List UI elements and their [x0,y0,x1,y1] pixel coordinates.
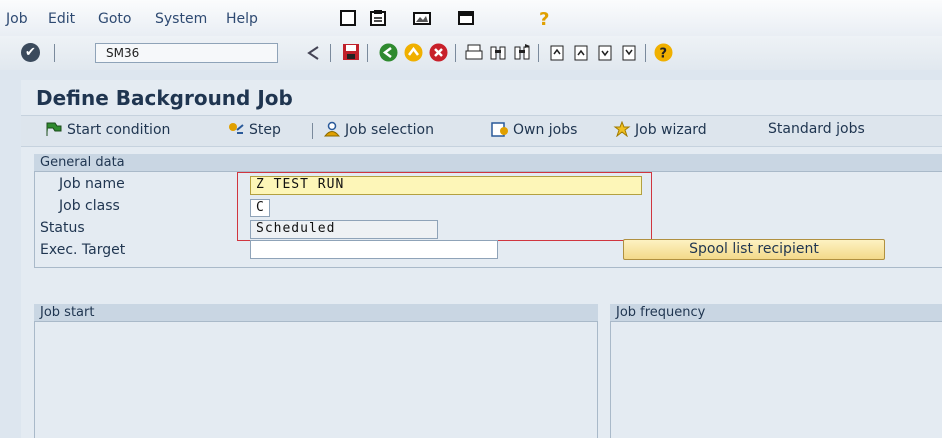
separator [455,44,456,62]
wizard-icon [613,121,631,137]
job-frequency-group [610,304,942,438]
help-question-icon[interactable]: ? [535,9,553,27]
job-start-heading: Job start [34,304,598,322]
find-next-icon[interactable] [513,44,531,61]
own-jobs-label: Own jobs [513,122,578,138]
back-green-icon[interactable] [379,43,398,62]
spool-list-recipient-button[interactable]: Spool list recipient [623,239,885,260]
user-selection-icon [323,121,341,137]
back-icon[interactable] [306,45,320,61]
menu-goto[interactable]: Goto [98,11,131,27]
job-wizard-button[interactable]: Job wizard [613,121,707,138]
status-field: Scheduled [250,220,438,239]
standard-jobs-label: Standard jobs [768,121,865,137]
previous-page-icon[interactable] [572,44,590,61]
separator [330,44,331,62]
job-frequency-heading: Job frequency [610,304,942,322]
job-selection-label: Job selection [345,122,434,138]
separator [645,44,646,62]
job-class-field[interactable]: C [250,199,270,217]
find-icon[interactable] [489,44,507,61]
menu-job[interactable]: Job [6,11,28,27]
enter-check-icon[interactable]: ✔ [21,43,40,62]
job-wizard-label: Job wizard [635,122,707,138]
menu-system[interactable]: System [155,11,207,27]
help-icon[interactable]: ? [654,43,673,62]
separator [312,123,313,139]
save-icon[interactable] [342,43,360,61]
step-label: Step [249,122,281,138]
layout-icon[interactable] [413,9,431,27]
job-name-label: Job name [59,176,125,192]
status-label: Status [40,220,85,236]
page-title: Define Background Job [36,86,293,110]
job-start-group [34,304,598,438]
exec-target-field[interactable] [250,240,498,259]
command-field[interactable]: SM36 [95,43,278,63]
own-jobs-icon [491,122,508,137]
step-icon [229,123,244,134]
svg-text:?: ? [660,47,668,62]
start-condition-label: Start condition [67,122,171,138]
separator [54,44,55,62]
print-icon[interactable] [465,44,483,61]
job-class-label: Job class [59,198,120,214]
menu-edit[interactable]: Edit [48,11,75,27]
flag-icon [46,122,62,136]
general-data-heading: General data [34,154,942,172]
new-session-icon[interactable] [339,9,357,27]
first-page-icon[interactable] [548,44,566,61]
job-selection-button[interactable]: Job selection [323,121,434,138]
job-name-field[interactable]: Z TEST RUN [250,176,642,195]
exit-icon[interactable] [404,43,423,62]
standard-jobs-button[interactable]: Standard jobs [768,121,865,137]
window-icon[interactable] [457,9,475,27]
exec-target-label: Exec. Target [40,242,126,258]
step-button[interactable]: Step [227,121,281,138]
menu-help[interactable]: Help [226,11,258,27]
own-jobs-button[interactable]: Own jobs [491,121,577,138]
last-page-icon[interactable] [620,44,638,61]
shortcut-icon[interactable] [369,9,387,27]
cancel-icon[interactable] [429,43,448,62]
svg-text:?: ? [539,9,549,27]
separator [538,44,539,62]
start-condition-button[interactable]: Start condition [45,121,170,138]
separator [367,44,368,62]
next-page-icon[interactable] [596,44,614,61]
